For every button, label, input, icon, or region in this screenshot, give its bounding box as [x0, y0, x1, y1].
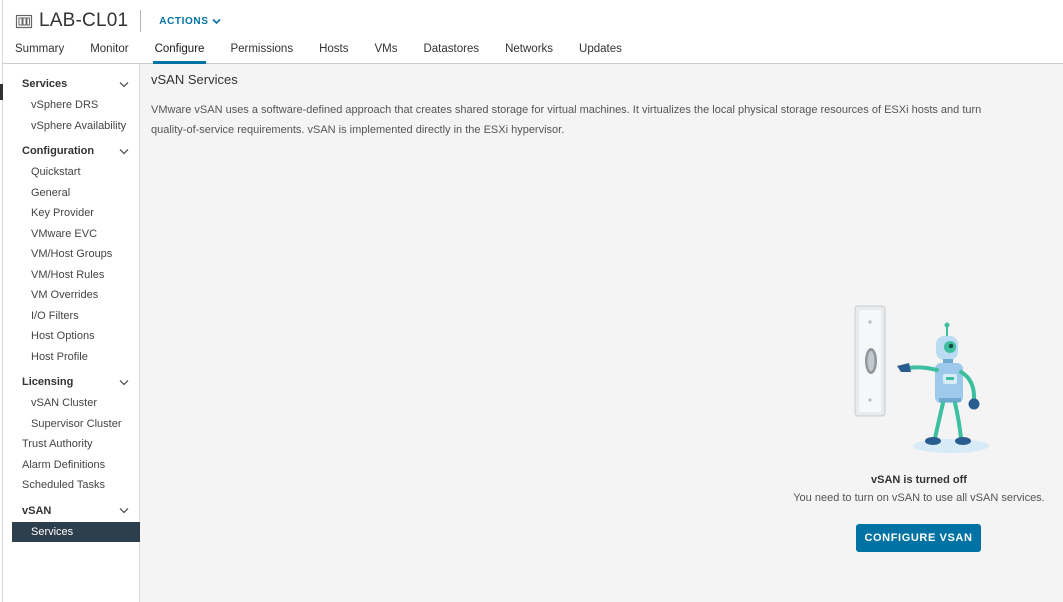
object-tabs: Summary Monitor Configure Permissions Ho…: [3, 38, 1063, 64]
sidebar-group-label: Services: [22, 78, 68, 90]
page-title: vSAN Services: [151, 72, 238, 87]
sidebar-item-general[interactable]: General: [3, 183, 139, 204]
tab-summary[interactable]: Summary: [15, 38, 64, 63]
sidebar-group-vsan[interactable]: vSAN: [3, 500, 139, 522]
sidebar-group-configuration[interactable]: Configuration: [3, 140, 139, 162]
sidebar-item-vsan-cluster[interactable]: vSAN Cluster: [3, 393, 139, 414]
configure-sidebar: Services vSphere DRS vSphere Availabilit…: [3, 64, 140, 602]
cluster-icon: [15, 14, 33, 29]
tab-monitor[interactable]: Monitor: [90, 38, 128, 63]
sidebar-item-host-options[interactable]: Host Options: [3, 326, 139, 347]
sidebar-group-label: Licensing: [22, 376, 74, 388]
description-line: quality-of-service requirements. vSAN is…: [151, 123, 565, 136]
sidebar-item-key-provider[interactable]: Key Provider: [3, 203, 139, 224]
sidebar-group-licensing[interactable]: Licensing: [3, 371, 139, 393]
sidebar-group-services[interactable]: Services: [3, 73, 139, 95]
chevron-down-icon: [212, 18, 222, 24]
tab-hosts[interactable]: Hosts: [319, 38, 348, 63]
sidebar-item-scheduled-tasks[interactable]: Scheduled Tasks: [3, 475, 139, 496]
object-title: LAB-CL01: [39, 10, 129, 31]
sidebar-item-vmware-evc[interactable]: VMware EVC: [3, 224, 139, 245]
sidebar-item-supervisor-cluster[interactable]: Supervisor Cluster: [3, 414, 139, 435]
page-description: VMware vSAN uses a software-defined appr…: [151, 101, 1063, 140]
sidebar-item-alarm-definitions[interactable]: Alarm Definitions: [3, 455, 139, 476]
tab-networks[interactable]: Networks: [505, 38, 553, 63]
actions-label: ACTIONS: [159, 15, 209, 27]
chevron-down-icon: [119, 148, 129, 154]
object-header: LAB-CL01 ACTIONS Summary Monitor Configu…: [3, 0, 1063, 64]
sidebar-item-vsphere-availability[interactable]: vSphere Availability: [3, 116, 139, 137]
tab-vms[interactable]: VMs: [374, 38, 397, 63]
chevron-down-icon: [119, 81, 129, 87]
sidebar-item-trust-authority[interactable]: Trust Authority: [3, 434, 139, 455]
title-separator: [140, 10, 142, 32]
robot-light-switch-illustration: [854, 305, 989, 453]
vsan-off-empty-state: vSAN is turned off You need to turn on v…: [769, 300, 1063, 560]
chevron-down-icon: [119, 379, 129, 385]
sidebar-item-io-filters[interactable]: I/O Filters: [3, 306, 139, 327]
sidebar-item-quickstart[interactable]: Quickstart: [3, 162, 139, 183]
configure-vsan-button[interactable]: CONFIGURE VSAN: [856, 524, 981, 552]
sidebar-item-vsan-services[interactable]: Services: [12, 521, 140, 542]
sidebar-item-vm-overrides[interactable]: VM Overrides: [3, 285, 139, 306]
sidebar-item-host-profile[interactable]: Host Profile: [3, 347, 139, 368]
sidebar-item-vsphere-drs[interactable]: vSphere DRS: [3, 95, 139, 116]
main-content: vSAN Services VMware vSAN uses a softwar…: [141, 64, 1063, 602]
sidebar-item-vm-host-rules[interactable]: VM/Host Rules: [3, 265, 139, 286]
tab-datastores[interactable]: Datastores: [423, 38, 479, 63]
vsan-status-title: vSAN is turned off: [871, 474, 967, 486]
vsan-status-text: You need to turn on vSAN to use all vSAN…: [793, 492, 1045, 504]
title-row: LAB-CL01 ACTIONS: [15, 9, 222, 33]
description-line: VMware vSAN uses a software-defined appr…: [151, 104, 982, 116]
sidebar-group-label: vSAN: [22, 504, 52, 517]
sidebar-group-label: Configuration: [22, 145, 95, 157]
tab-permissions[interactable]: Permissions: [230, 38, 293, 63]
sidebar-item-vm-host-groups[interactable]: VM/Host Groups: [3, 244, 139, 265]
tab-updates[interactable]: Updates: [579, 38, 622, 63]
actions-menu-button[interactable]: ACTIONS: [159, 15, 222, 27]
chevron-down-icon: [119, 508, 129, 514]
tab-configure[interactable]: Configure: [152, 38, 207, 64]
